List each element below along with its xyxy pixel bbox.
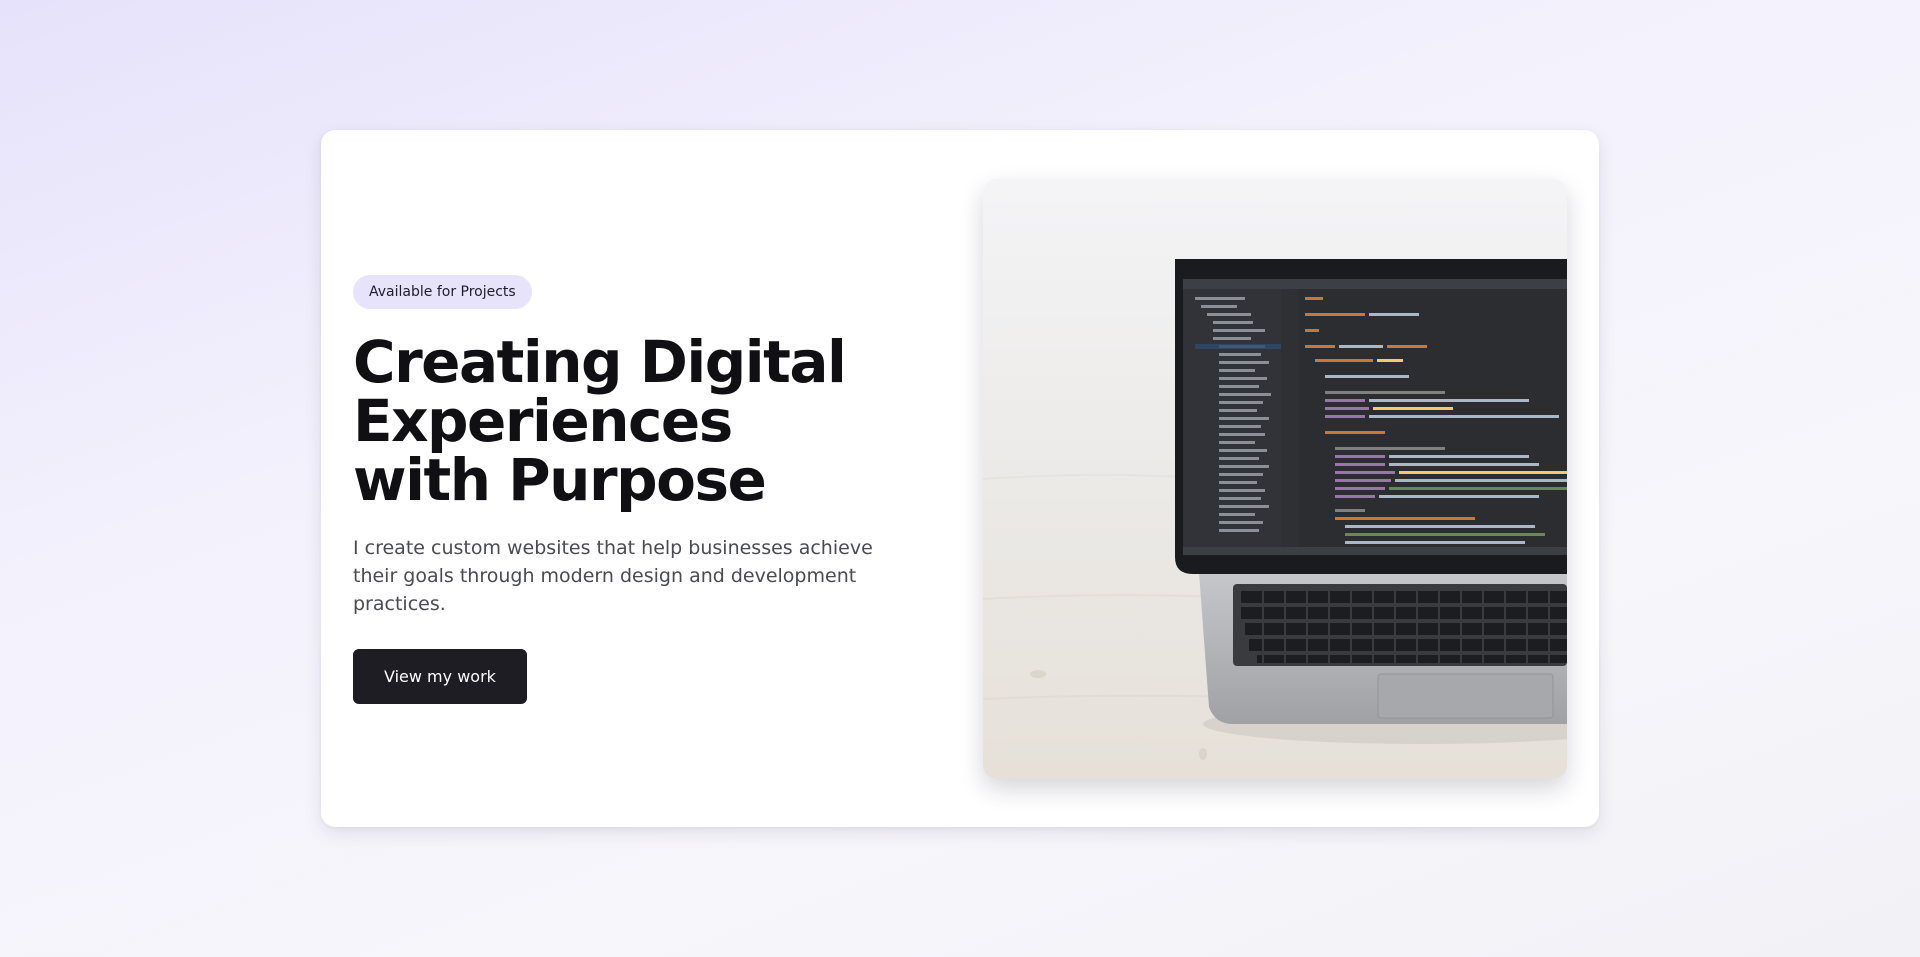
hero-title-line: Experiences — [353, 387, 733, 455]
view-my-work-button[interactable]: View my work — [353, 649, 527, 704]
hero-card: Available for Projects Creating Digital … — [321, 130, 1599, 827]
availability-badge: Available for Projects — [353, 275, 532, 309]
hero-image — [983, 179, 1567, 779]
hero-title-line: with Purpose — [353, 446, 767, 514]
hero-title: Creating Digital Experiences with Purpos… — [353, 333, 933, 510]
hero-content: Available for Projects Creating Digital … — [353, 275, 933, 704]
hero-title-line: Creating Digital — [353, 328, 847, 396]
hero-description: I create custom websites that help busin… — [353, 537, 873, 615]
laptop-illustration — [983, 179, 1567, 779]
page: { "hero": { "badge": "Available for Proj… — [0, 0, 1920, 957]
